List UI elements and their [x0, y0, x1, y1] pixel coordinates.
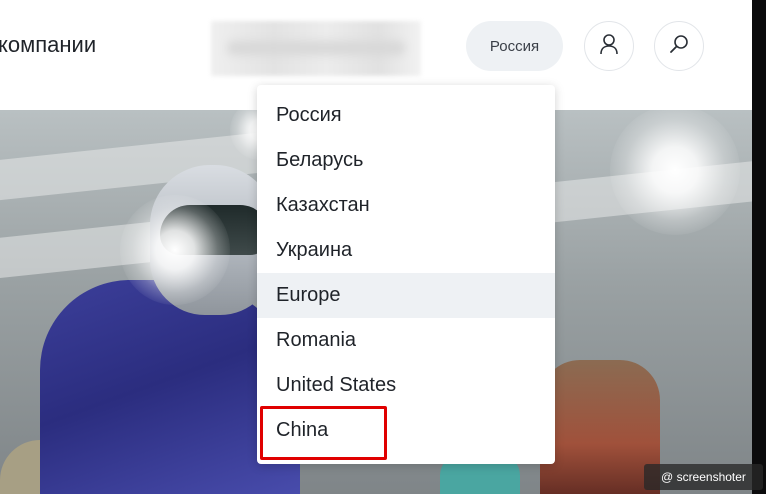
country-option-russia[interactable]: Россия: [257, 93, 555, 138]
window-edge: [752, 0, 766, 494]
country-option-kazakhstan[interactable]: Казахстан: [257, 183, 555, 228]
country-selector-button[interactable]: Россия: [466, 21, 563, 71]
page: компании Россия Россия Беларусь Казахста…: [0, 0, 766, 494]
screenshoter-watermark: @ screenshoter: [644, 464, 763, 490]
country-dropdown: Россия Беларусь Казахстан Украина Europe…: [257, 85, 555, 464]
country-option-china[interactable]: China: [257, 408, 555, 453]
country-option-united-states[interactable]: United States: [257, 363, 555, 408]
user-icon: [599, 33, 619, 60]
country-list: Россия Беларусь Казахстан Украина Europe…: [257, 85, 555, 453]
country-option-ukraine[interactable]: Украина: [257, 228, 555, 273]
country-option-romania[interactable]: Romania: [257, 318, 555, 363]
company-nav-link[interactable]: компании: [0, 32, 96, 58]
country-option-europe[interactable]: Europe: [257, 273, 555, 318]
blurred-contact-field: [211, 21, 421, 76]
country-option-belarus[interactable]: Беларусь: [257, 138, 555, 183]
search-button[interactable]: [654, 21, 704, 71]
profile-button[interactable]: [584, 21, 634, 71]
search-icon: [669, 34, 689, 59]
